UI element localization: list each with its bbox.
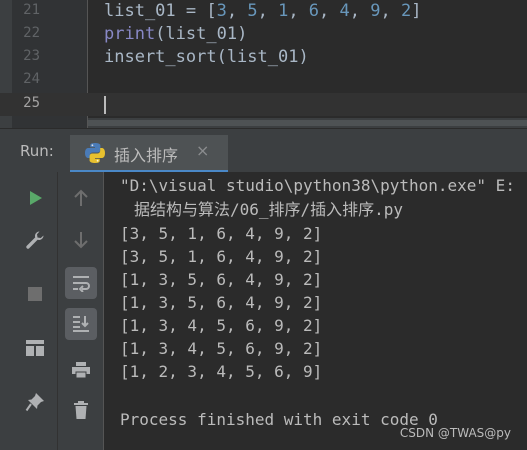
output-line: [1, 3, 5, 6, 4, 9, 2] (120, 270, 323, 289)
output-line: [3, 5, 1, 6, 4, 9, 2] (120, 224, 323, 243)
code-text: list_01 = [3, 5, 1, 6, 4, 9, 2] (104, 1, 422, 21)
run-tab-label: 插入排序 (114, 146, 179, 165)
python-icon (84, 142, 106, 164)
trash-icon[interactable] (65, 394, 97, 426)
horizontal-scrollbar[interactable] (88, 118, 527, 128)
output-line: [3, 5, 1, 6, 4, 9, 2] (120, 247, 323, 266)
run-icon[interactable] (19, 182, 51, 214)
layout-icon[interactable] (19, 332, 51, 364)
code-line[interactable]: 21 list_01 = [3, 5, 1, 6, 4, 9, 2] (0, 0, 527, 23)
close-icon[interactable]: × (196, 141, 209, 160)
run-tool-window-header: Run: 插入排序 × (0, 128, 527, 173)
run-label: Run: (20, 142, 54, 160)
print-icon[interactable] (65, 354, 97, 386)
command-line: "D:\visual studio\python38\python.exe" E… (120, 176, 515, 195)
text-caret (104, 96, 106, 114)
wrench-icon[interactable] (19, 224, 51, 256)
line-number: 22 (23, 25, 40, 41)
soft-wrap-icon[interactable] (65, 267, 97, 299)
code-text: print(list_01) (104, 24, 248, 44)
line-number: 21 (23, 2, 40, 18)
stop-icon[interactable] (19, 278, 51, 310)
output-line: [1, 2, 3, 4, 5, 6, 9] (120, 362, 323, 381)
down-arrow-icon[interactable] (65, 224, 97, 256)
output-line: [1, 3, 5, 6, 4, 9, 2] (120, 293, 323, 312)
pin-icon[interactable] (19, 386, 51, 418)
console-output[interactable]: "D:\visual studio\python38\python.exe" E… (104, 172, 527, 450)
code-line[interactable]: 22 print(list_01) (0, 23, 527, 46)
run-toolbar-secondary (58, 172, 104, 450)
current-code-line[interactable]: 25 (0, 93, 527, 116)
watermark: CSDN @TWAS@py (399, 426, 511, 440)
line-number: 23 (23, 48, 40, 64)
line-number: 25 (23, 95, 40, 111)
exit-message: Process finished with exit code 0 (120, 410, 438, 429)
code-line[interactable]: 24 (0, 69, 527, 92)
up-arrow-icon[interactable] (65, 182, 97, 214)
left-tool-strip (0, 172, 12, 450)
code-editor[interactable]: 21 list_01 = [3, 5, 1, 6, 4, 9, 2] 22 pr… (0, 0, 527, 128)
output-line: [1, 3, 4, 5, 6, 9, 2] (120, 316, 323, 335)
code-line[interactable]: 23 insert_sort(list_01) (0, 46, 527, 69)
run-toolbar-primary (12, 172, 58, 450)
line-number: 24 (23, 71, 40, 87)
output-line: [1, 3, 4, 5, 6, 9, 2] (120, 339, 323, 358)
command-line-continued: 据结构与算法/06_排序/插入排序.py (134, 200, 404, 219)
code-text: insert_sort(list_01) (104, 47, 309, 67)
scrollbar-thumb[interactable] (88, 120, 527, 126)
run-config-tab[interactable]: 插入排序 × (70, 135, 228, 173)
scroll-to-end-icon[interactable] (65, 308, 97, 340)
